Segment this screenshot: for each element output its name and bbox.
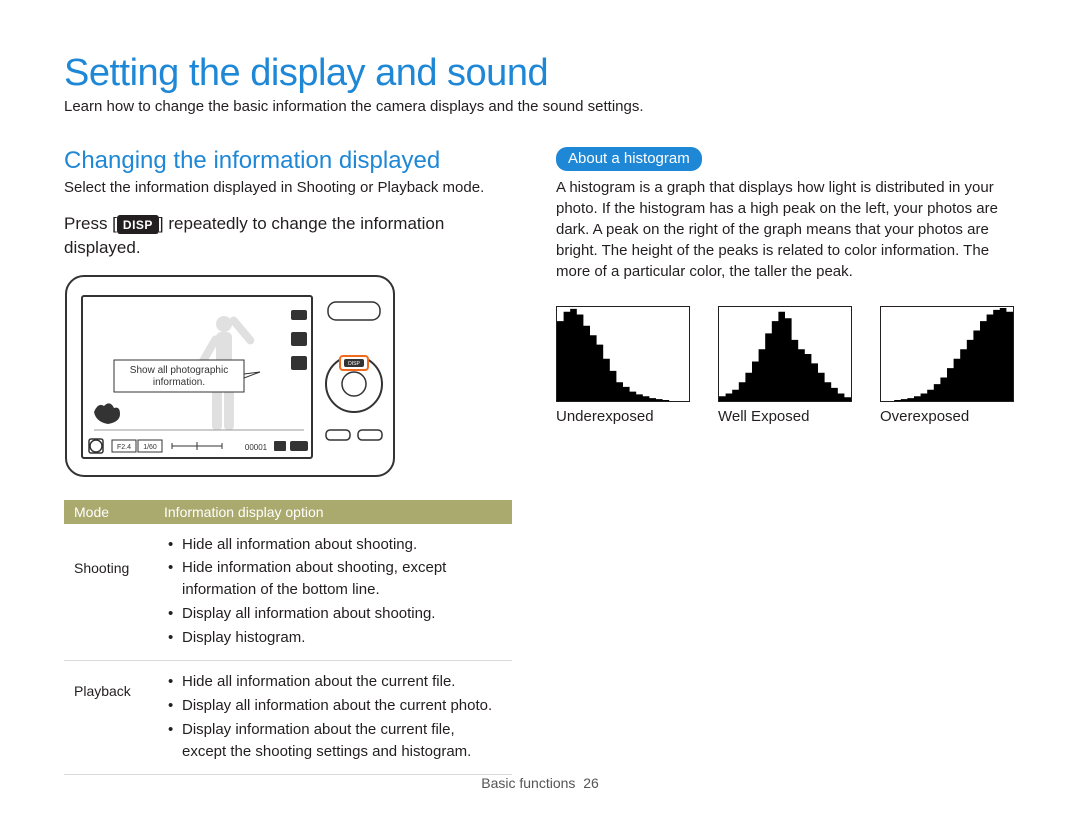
- table-row: Shooting Hide all information about shoo…: [64, 524, 512, 661]
- histogram-overexposed: Overexposed: [880, 306, 1020, 425]
- histogram-chart: [557, 307, 689, 401]
- histogram-label: Overexposed: [880, 408, 1020, 425]
- list-item: Display all information about the curren…: [164, 695, 502, 717]
- status-shutter: 1/60: [143, 444, 157, 451]
- tooltip-l2: information.: [153, 377, 205, 388]
- info-display-table: Mode Information display option Shooting…: [64, 500, 512, 776]
- histogram-pill: About a histogram: [556, 147, 702, 171]
- mode-cell: Playback: [64, 661, 154, 775]
- press-before: Press [: [64, 214, 117, 233]
- page-subtitle: Learn how to change the basic informatio…: [64, 98, 1020, 115]
- camera-illustration: Show all photographic information. F2.4 …: [64, 274, 396, 478]
- page-footer: Basic functions 26: [0, 775, 1080, 791]
- disp-label: DISP: [348, 361, 360, 367]
- status-f: F2.4: [117, 444, 131, 451]
- histogram-underexposed: Underexposed: [556, 306, 696, 425]
- histogram-label: Well Exposed: [718, 408, 858, 425]
- table-header-option: Information display option: [154, 500, 512, 524]
- list-item: Display information about the current fi…: [164, 719, 502, 763]
- list-item: Hide information about shooting, except …: [164, 557, 502, 601]
- tooltip-l1: Show all photographic: [130, 365, 228, 376]
- disp-button-icon: DISP: [117, 215, 159, 235]
- histogram-row: Underexposed Well Exposed Overexposed: [556, 306, 1020, 425]
- list-item: Hide all information about the current f…: [164, 671, 502, 693]
- histogram-wellexposed: Well Exposed: [718, 306, 858, 425]
- left-column: Changing the information displayed Selec…: [64, 147, 512, 775]
- right-column: About a histogram A histogram is a graph…: [556, 147, 1020, 775]
- histogram-chart: [881, 307, 1013, 401]
- press-instruction: Press [DISP] repeatedly to change the in…: [64, 212, 512, 260]
- footer-section: Basic functions: [481, 775, 575, 791]
- histogram-paragraph: A histogram is a graph that displays how…: [556, 177, 1020, 282]
- list-item: Hide all information about shooting.: [164, 534, 502, 556]
- histogram-chart: [719, 307, 851, 401]
- list-item: Display histogram.: [164, 627, 502, 649]
- status-count: 00001: [245, 443, 268, 452]
- table-row: Playback Hide all information about the …: [64, 661, 512, 775]
- list-item: Display all information about shooting.: [164, 603, 502, 625]
- section-sub: Select the information displayed in Shoo…: [64, 179, 512, 196]
- table-header-mode: Mode: [64, 500, 154, 524]
- histogram-label: Underexposed: [556, 408, 696, 425]
- mode-cell: Shooting: [64, 524, 154, 661]
- footer-page: 26: [583, 775, 599, 791]
- section-heading: Changing the information displayed: [64, 147, 512, 175]
- page-title: Setting the display and sound: [64, 54, 1020, 92]
